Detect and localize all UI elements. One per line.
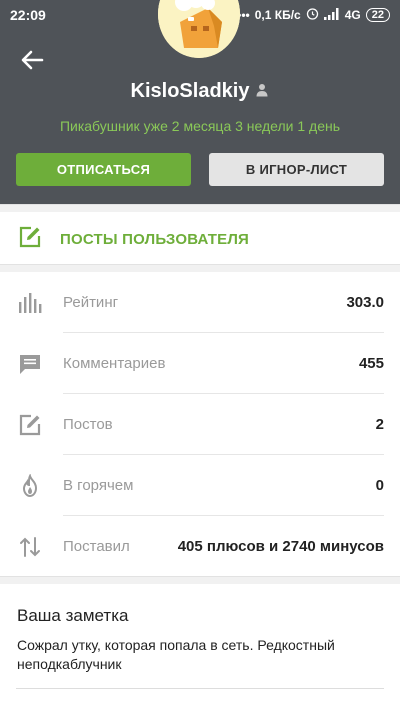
stat-value: 2 — [375, 415, 384, 433]
battery-icon: 22 — [365, 8, 390, 22]
stat-label: Комментариев — [63, 354, 166, 372]
stat-label: Рейтинг — [63, 293, 119, 311]
back-arrow-icon[interactable] — [18, 46, 46, 74]
battery-level: 22 — [371, 9, 384, 21]
network-type: 4G — [344, 8, 361, 22]
edit-icon — [18, 225, 42, 254]
up-down-arrows-icon — [17, 534, 43, 560]
profile-username-row: KisloSladkiy — [0, 80, 400, 103]
status-indicators: ••• 0,1 КБ/с 4G 22 — [237, 7, 390, 23]
stat-label: Поставил — [63, 538, 130, 555]
stat-value: 0 — [375, 476, 384, 494]
stat-posts: Постов 2 — [0, 394, 400, 455]
profile-username: KisloSladkiy — [130, 80, 250, 102]
stat-label: В горячем — [63, 476, 134, 494]
note-underline — [16, 688, 384, 689]
user-icon — [255, 80, 269, 103]
stat-rating: Рейтинг 303.0 — [0, 272, 400, 333]
rating-bars-icon — [17, 290, 43, 316]
user-note[interactable]: Ваша заметка Сожрал утку, которая попала… — [0, 584, 400, 689]
network-speed: 0,1 КБ/с — [254, 8, 301, 22]
stat-hot: В горячем 0 — [0, 455, 400, 516]
flame-icon — [17, 473, 43, 499]
note-title: Ваша заметка — [17, 606, 129, 625]
signal-icon — [323, 7, 340, 23]
stat-votes: Поставил 405 плюсов и 2740 минусов — [0, 516, 400, 577]
note-text[interactable]: Сожрал утку, которая попала в сеть. Редк… — [17, 636, 383, 674]
alarm-icon — [306, 7, 319, 23]
stat-label: Постов — [63, 415, 113, 433]
stat-comments: Комментариев 455 — [0, 333, 400, 394]
member-since-text: Пикабушник уже 2 месяца 3 недели 1 день — [59, 118, 341, 134]
section-divider — [0, 264, 400, 272]
status-time: 22:09 — [10, 7, 46, 23]
edit-icon — [17, 412, 43, 438]
section-divider — [0, 204, 400, 212]
stat-value: 455 — [358, 354, 384, 372]
user-posts-link[interactable]: ПОСТЫ ПОЛЬЗОВАТЕЛЯ — [0, 212, 400, 266]
ignore-list-button[interactable]: В ИГНОР-ЛИСТ — [209, 153, 384, 186]
unsubscribe-button[interactable]: ОТПИСАТЬСЯ — [16, 153, 191, 186]
stat-value: 405 плюсов и 2740 минусов — [177, 538, 384, 555]
user-posts-label: ПОСТЫ ПОЛЬЗОВАТЕЛЯ — [60, 230, 250, 248]
stat-value: 303.0 — [346, 293, 384, 311]
section-divider — [0, 576, 400, 584]
comment-icon — [17, 351, 43, 377]
stats-list: Рейтинг 303.0 Комментариев 455 Постов 2 В г… — [0, 272, 400, 577]
